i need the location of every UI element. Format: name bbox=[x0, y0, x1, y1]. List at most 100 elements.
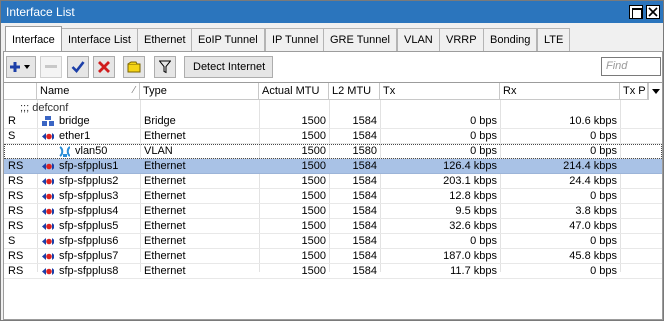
toolbar: Detect Internet Find bbox=[3, 52, 663, 82]
row-flags: RS bbox=[8, 265, 24, 277]
ethernet-icon bbox=[42, 208, 54, 215]
title-bar[interactable]: Interface List bbox=[1, 1, 663, 23]
table-row[interactable]: RS sfp-sfpplus7 Ethernet 1500 1584 187.0 kbps… bbox=[4, 249, 662, 264]
row-tx: 9.5 kbps bbox=[455, 205, 497, 217]
row-flags: RS bbox=[8, 175, 24, 187]
table-row[interactable]: Sether1 Ethernet 1500 1584 0 bps 0 bps bbox=[4, 129, 662, 144]
column-chooser-icon[interactable] bbox=[648, 83, 662, 100]
comment-icon bbox=[127, 61, 141, 73]
row-rx: 0 bps bbox=[590, 235, 617, 247]
table-row[interactable]: RS sfp-sfpplus4 Ethernet 1500 1584 9.5 kbps 3.… bbox=[4, 204, 662, 219]
row-type: Ethernet bbox=[144, 130, 186, 142]
ethernet-icon bbox=[42, 238, 54, 245]
tab-gre-tunnel[interactable]: GRE Tunnel bbox=[323, 28, 397, 51]
row-l2-mtu: 1584 bbox=[352, 235, 377, 247]
tab-eoip-tunnel[interactable]: EoIP Tunnel bbox=[191, 28, 265, 51]
row-actual-mtu: 1500 bbox=[301, 145, 326, 157]
ethernet-icon bbox=[42, 223, 54, 230]
row-rx: 214.4 kbps bbox=[563, 160, 617, 172]
close-button[interactable] bbox=[646, 5, 660, 19]
filter-button[interactable] bbox=[154, 56, 176, 78]
tab-ethernet[interactable]: Ethernet bbox=[137, 28, 193, 51]
row-name: ether1 bbox=[59, 130, 91, 142]
row-tx: 32.6 kbps bbox=[449, 220, 497, 232]
tab-ip-tunnel[interactable]: IP Tunnel bbox=[265, 28, 326, 51]
row-actual-mtu: 1500 bbox=[301, 115, 326, 127]
enable-button[interactable] bbox=[67, 56, 89, 78]
row-actual-mtu: 1500 bbox=[301, 205, 326, 217]
table-row[interactable]: RS sfp-sfpplus3 Ethernet 1500 1584 12.8 kbps 0… bbox=[4, 189, 662, 204]
find-input[interactable]: Find bbox=[601, 57, 661, 76]
row-type: VLAN bbox=[144, 145, 173, 157]
row-tx: 0 bps bbox=[470, 145, 497, 157]
table-row[interactable]: RS sfp-sfpplus8 Ethernet 1500 1584 11.7 kbps 0… bbox=[4, 264, 662, 279]
row-tx: 203.1 kbps bbox=[443, 175, 497, 187]
row-l2-mtu: 1584 bbox=[352, 220, 377, 232]
table-row[interactable]: RS sfp-sfpplus2 Ethernet 1500 1584 203.1 kbps… bbox=[4, 174, 662, 189]
col-name-label: Name bbox=[40, 85, 70, 97]
row-rx: 3.8 kbps bbox=[575, 205, 617, 217]
row-rx: 24.4 kbps bbox=[569, 175, 617, 187]
row-l2-mtu: 1584 bbox=[352, 190, 377, 202]
add-button[interactable] bbox=[6, 56, 36, 78]
table-row[interactable]: RS sfp-sfpplus1 Ethernet 1500 1584 126.4 kbps… bbox=[4, 159, 662, 174]
row-l2-mtu: 1584 bbox=[352, 160, 377, 172]
tab-lte[interactable]: LTE bbox=[537, 28, 571, 51]
filter-icon bbox=[159, 60, 171, 74]
col-name-header[interactable]: Name ⁄ bbox=[37, 83, 140, 100]
row-actual-mtu: 1500 bbox=[301, 235, 326, 247]
col-l2-mtu-header[interactable]: L2 MTU bbox=[329, 83, 380, 100]
row-name: sfp-sfpplus5 bbox=[59, 220, 119, 232]
detect-internet-button[interactable]: Detect Internet bbox=[184, 56, 273, 78]
row-actual-mtu: 1500 bbox=[301, 160, 326, 172]
row-tx: 187.0 kbps bbox=[443, 250, 497, 262]
window-title: Interface List bbox=[6, 5, 75, 19]
col-tx-header[interactable]: Tx bbox=[380, 83, 500, 100]
row-name: vlan50 bbox=[75, 145, 108, 157]
disable-button[interactable] bbox=[93, 56, 115, 78]
col-type-header[interactable]: Type bbox=[140, 83, 259, 100]
interface-list-window: Interface List Interface Interface List … bbox=[0, 0, 664, 321]
row-rx: 10.6 kbps bbox=[569, 115, 617, 127]
table-row[interactable]: RS sfp-sfpplus5 Ethernet 1500 1584 32.6 kbps 4… bbox=[4, 219, 662, 234]
tab-interface[interactable]: Interface bbox=[5, 26, 62, 51]
row-rx: 47.0 kbps bbox=[569, 220, 617, 232]
col-rx-header[interactable]: Rx bbox=[500, 83, 620, 100]
vlan-icon bbox=[59, 146, 70, 157]
col-actual-mtu-header[interactable]: Actual MTU bbox=[259, 83, 329, 100]
remove-icon bbox=[45, 65, 57, 68]
col-flags-header[interactable] bbox=[4, 83, 37, 100]
row-tx: 0 bps bbox=[470, 130, 497, 142]
row-rx: 0 bps bbox=[590, 145, 617, 157]
tab-vlan[interactable]: VLAN bbox=[397, 28, 440, 51]
row-flags: RS bbox=[8, 250, 24, 262]
tab-interface-list[interactable]: Interface List bbox=[61, 28, 138, 51]
row-type: Ethernet bbox=[144, 235, 186, 247]
table-row[interactable]: Rbridge Bridge 1500 1584 0 bps 10.6 kbps bbox=[4, 114, 662, 129]
row-type: Ethernet bbox=[144, 160, 186, 172]
row-flags bbox=[8, 144, 36, 159]
row-type: Ethernet bbox=[144, 205, 186, 217]
row-rx: 0 bps bbox=[590, 265, 617, 277]
remove-button[interactable] bbox=[40, 56, 62, 78]
row-l2-mtu: 1584 bbox=[352, 250, 377, 262]
tab-vrrp[interactable]: VRRP bbox=[439, 28, 484, 51]
tab-bonding[interactable]: Bonding bbox=[483, 28, 538, 51]
col-tx-packets-header[interactable]: Tx P bbox=[620, 83, 648, 100]
row-l2-mtu: 1584 bbox=[352, 115, 377, 127]
row-rx: 0 bps bbox=[590, 130, 617, 142]
table-row[interactable]: vlan50 VLAN 1500 1580 0 bps 0 bps bbox=[4, 144, 662, 159]
row-type: Ethernet bbox=[144, 175, 186, 187]
tab-bar: Interface Interface List Ethernet EoIP T… bbox=[3, 26, 663, 51]
row-type: Ethernet bbox=[144, 190, 186, 202]
row-flags: RS bbox=[8, 205, 24, 217]
table-header: Name ⁄ Type Actual MTU L2 MTU Tx Rx Tx P bbox=[4, 83, 662, 100]
maximize-button[interactable] bbox=[629, 5, 643, 19]
close-icon bbox=[648, 7, 658, 17]
row-name: sfp-sfpplus6 bbox=[59, 235, 119, 247]
ethernet-icon bbox=[42, 163, 54, 170]
comment-button[interactable] bbox=[123, 56, 145, 78]
row-flags: R bbox=[8, 115, 16, 127]
ethernet-icon bbox=[42, 253, 54, 260]
table-row[interactable]: Ssfp-sfpplus6 Ethernet 1500 1584 0 bps 0 bps bbox=[4, 234, 662, 249]
